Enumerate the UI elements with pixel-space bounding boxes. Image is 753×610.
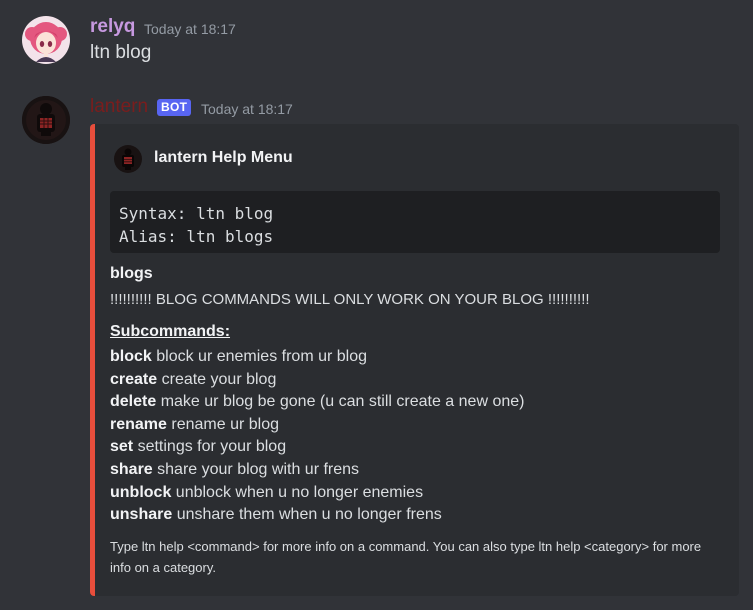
subcommand-desc: unshare them when u no longer frens — [176, 506, 442, 524]
subcommand-name: rename — [110, 415, 167, 433]
bot-avatar-icon[interactable] — [22, 96, 70, 144]
subcommands-list: block block ur enemies from ur blog crea… — [110, 346, 524, 527]
help-embed: lantern Help Menu Syntax: ltn blog Alias:… — [90, 124, 739, 596]
message-relyq: relyq Today at 18:17 ltn blog — [0, 0, 753, 80]
subcommand-share: share share your blog with ur frens — [110, 459, 524, 482]
subcommand-delete: delete make ur blog be gone (u can still… — [110, 391, 524, 414]
subcommand-unshare: unshare unshare them when u no longer fr… — [110, 504, 524, 527]
subcommand-desc: block ur enemies from ur blog — [156, 348, 368, 365]
subcommand-name: set — [110, 438, 134, 456]
subcommand-desc: rename ur blog — [171, 415, 279, 433]
subcommand-name: block — [110, 348, 152, 365]
subcommand-name: share — [110, 460, 153, 478]
subcommand-desc: create your blog — [161, 370, 277, 388]
subcommand-desc: settings for your blog — [137, 438, 287, 456]
field-warning: !!!!!!!!!! BLOG COMMANDS WILL ONLY WORK … — [110, 291, 590, 308]
subcommand-desc: unblock when u no longer enemies — [175, 483, 424, 501]
user-avatar-icon[interactable] — [22, 16, 70, 64]
message-content: ltn blog — [90, 42, 152, 63]
subcommand-name: unblock — [110, 483, 172, 501]
code-line-alias: Alias: ltn blogs — [119, 227, 274, 246]
embed-author-name: lantern Help Menu — [154, 149, 293, 166]
message-timestamp: Today at 18:17 — [144, 21, 236, 37]
message-timestamp: Today at 18:17 — [201, 101, 293, 117]
syntax-codeblock: Syntax: ltn blog Alias: ltn blogs — [110, 191, 720, 253]
subcommand-desc: make ur blog be gone (u can still create… — [160, 393, 525, 411]
bot-tag: BOT — [157, 99, 192, 116]
subcommand-create: create create your blog — [110, 369, 524, 392]
code-line-syntax: Syntax: ltn blog — [119, 204, 274, 223]
embed-author-icon — [114, 145, 142, 173]
field-name: blogs — [110, 265, 153, 282]
subcommand-name: unshare — [110, 506, 173, 524]
subcommand-set: set settings for your blog — [110, 436, 524, 459]
subcommand-unblock: unblock unblock when u no longer enemies — [110, 482, 524, 505]
subcommands-heading: Subcommands: — [110, 323, 231, 340]
subcommand-rename: rename rename ur blog — [110, 414, 524, 437]
subcommand-name: delete — [110, 393, 157, 411]
subcommand-desc: share your blog with ur frens — [157, 460, 360, 478]
subcommand-name: create — [110, 370, 158, 388]
username-relyq[interactable]: relyq — [90, 16, 135, 38]
username-lantern[interactable]: lantern — [90, 96, 148, 118]
embed-footer: Type ltn help <command> for more info on… — [110, 539, 702, 575]
subcommand-block: block block ur enemies from ur blog — [110, 346, 524, 369]
